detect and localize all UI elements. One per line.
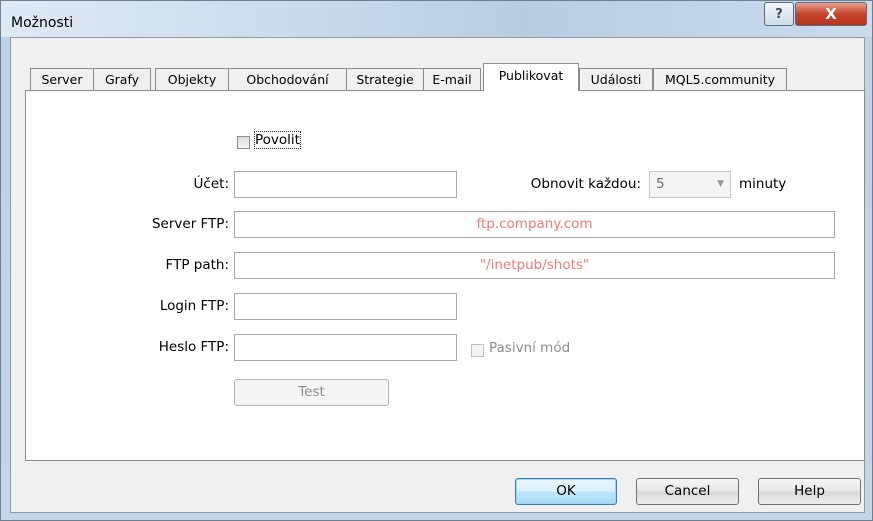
chevron-down-icon: ▼: [717, 179, 724, 189]
close-button[interactable]: X: [795, 2, 867, 26]
tab-strategie[interactable]: Strategie: [346, 68, 424, 90]
ftp-path-value: "/inetpub/shots": [479, 257, 590, 273]
enable-label[interactable]: Povolit: [254, 131, 301, 149]
tab-server[interactable]: Server: [30, 68, 94, 90]
ok-button-label: OK: [556, 483, 576, 499]
tab-objekty[interactable]: Objekty: [155, 68, 229, 90]
ftp-login-field[interactable]: [234, 293, 457, 320]
refresh-interval-value: 5: [656, 176, 665, 192]
passive-mode-label[interactable]: Pasivní mód: [489, 340, 570, 356]
refresh-label: Obnovit každou:: [530, 176, 641, 192]
refresh-interval-select[interactable]: 5 ▼: [649, 171, 731, 198]
refresh-unit-label: minuty: [739, 176, 787, 192]
tab-label: Události: [590, 72, 642, 87]
tab-mql5-community[interactable]: MQL5.community: [653, 68, 787, 90]
options-dialog: Možnosti ? X Server Grafy Objekty Obchod…: [0, 0, 873, 521]
tab-label: Strategie: [356, 72, 414, 87]
ftp-password-field[interactable]: [234, 334, 457, 361]
cancel-button[interactable]: Cancel: [636, 478, 739, 505]
ftp-login-label: Login FTP:: [159, 298, 229, 314]
tab-label: E-mail: [432, 72, 472, 87]
help-button[interactable]: Help: [758, 478, 861, 505]
test-button[interactable]: Test: [234, 379, 389, 406]
ftp-path-field[interactable]: "/inetpub/shots": [234, 252, 835, 279]
ok-button[interactable]: OK: [515, 478, 617, 505]
close-icon: X: [825, 5, 837, 23]
tab-label: Obchodování: [246, 72, 329, 87]
ftp-path-label: FTP path:: [165, 257, 229, 273]
help-icon-button[interactable]: ?: [764, 2, 794, 26]
ftp-server-value: ftp.company.com: [476, 216, 593, 232]
account-label: Účet:: [193, 176, 229, 192]
ftp-server-field[interactable]: ftp.company.com: [234, 211, 835, 238]
tab-label: MQL5.community: [664, 72, 775, 87]
ftp-password-label: Heslo FTP:: [158, 339, 229, 355]
tab-label: Grafy: [104, 72, 140, 87]
tab-obchodovani[interactable]: Obchodování: [228, 68, 347, 90]
window-title: Možnosti: [11, 15, 74, 31]
cancel-button-label: Cancel: [664, 483, 711, 499]
tab-publikovat[interactable]: Publikovat: [483, 63, 579, 91]
tab-email[interactable]: E-mail: [423, 68, 481, 90]
tab-label: Publikovat: [498, 68, 564, 83]
question-mark-icon: ?: [775, 6, 783, 22]
passive-mode-checkbox[interactable]: [471, 344, 484, 357]
tab-grafy[interactable]: Grafy: [93, 68, 151, 90]
tab-label: Objekty: [167, 72, 217, 87]
help-button-label: Help: [794, 483, 825, 499]
ftp-server-label: Server FTP:: [151, 216, 229, 232]
title-bar[interactable]: Možnosti ? X: [1, 1, 872, 37]
test-button-label: Test: [298, 384, 325, 400]
enable-checkbox[interactable]: [237, 136, 250, 149]
tab-udalosti[interactable]: Události: [579, 68, 653, 90]
tab-label: Server: [41, 72, 83, 87]
account-field[interactable]: [234, 171, 457, 198]
